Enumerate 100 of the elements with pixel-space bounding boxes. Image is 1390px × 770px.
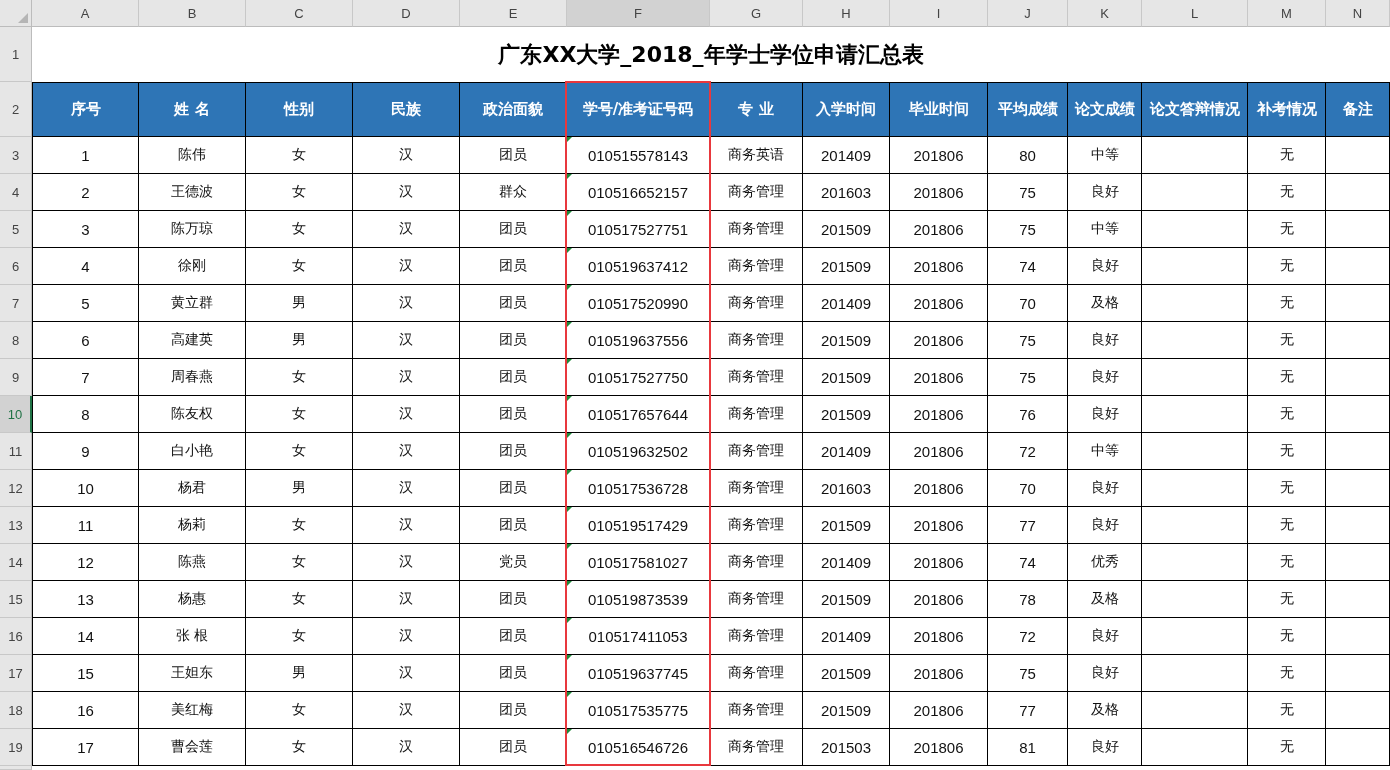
table-cell: 陈伟 [178, 146, 206, 164]
table-cell: 汉 [399, 701, 413, 719]
row-header[interactable]: 17 [0, 655, 32, 692]
error-indicator-icon[interactable] [567, 322, 572, 327]
error-indicator-icon[interactable] [567, 396, 572, 401]
row-header[interactable]: 9 [0, 359, 32, 396]
row-header[interactable]: 6 [0, 248, 32, 285]
table-cell: 汉 [399, 405, 413, 423]
table-cell: 201806 [913, 553, 964, 571]
column-header[interactable]: L [1142, 0, 1248, 27]
table-cell: 4 [81, 257, 90, 275]
column-header[interactable]: A [32, 0, 139, 27]
error-indicator-icon[interactable] [567, 618, 572, 623]
column-heading-cell: 序号 [32, 82, 139, 137]
table-cell: 201409 [820, 294, 872, 312]
table-cell: 女 [292, 516, 306, 534]
row-header[interactable]: 16 [0, 618, 32, 655]
row-header[interactable]: 10 [0, 396, 32, 433]
row-header[interactable]: 7 [0, 285, 32, 322]
table-cell: 女 [292, 553, 306, 571]
error-indicator-icon[interactable] [567, 470, 572, 475]
sheet-title: 广东XX大学_2018_年学士学位申请汇总表 [498, 40, 924, 69]
error-indicator-icon[interactable] [567, 692, 572, 697]
table-cell: 201806 [913, 146, 964, 164]
column-header[interactable]: D [353, 0, 460, 27]
error-indicator-icon[interactable] [567, 137, 572, 142]
table-cell: 汉 [399, 516, 413, 534]
table-cell: 80 [1019, 146, 1036, 164]
error-indicator-icon[interactable] [567, 248, 572, 253]
column-header[interactable]: N [1326, 0, 1390, 27]
table-cell: 201603 [820, 183, 872, 201]
table-cell: 70 [1019, 294, 1036, 312]
row-header[interactable]: 14 [0, 544, 32, 581]
column-header[interactable]: G [710, 0, 803, 27]
column-header[interactable]: C [246, 0, 353, 27]
table-cell: 王德波 [171, 183, 213, 201]
table-cell: 中等 [1090, 220, 1119, 238]
table-cell: 201806 [913, 183, 964, 201]
table-cell: 无 [1279, 553, 1294, 571]
row-header[interactable]: 18 [0, 692, 32, 729]
column-header[interactable]: B [139, 0, 246, 27]
table-cell: 商务管理 [728, 479, 784, 497]
table-cell: 010515578143 [587, 146, 689, 164]
error-indicator-icon[interactable] [567, 285, 572, 290]
table-cell: 良好 [1090, 664, 1119, 682]
row-header[interactable]: 13 [0, 507, 32, 544]
row-header[interactable]: 5 [0, 211, 32, 248]
table-cell: 201509 [820, 664, 872, 682]
column-header[interactable]: M [1248, 0, 1326, 27]
column-header[interactable]: E [460, 0, 567, 27]
table-cell: 良好 [1090, 405, 1119, 423]
column-heading-cell: 补考情况 [1248, 82, 1326, 137]
row-header[interactable]: 2 [0, 82, 32, 137]
row-header[interactable]: 11 [0, 433, 32, 470]
table-cell: 010517657644 [587, 405, 689, 423]
row-header[interactable]: 8 [0, 322, 32, 359]
error-indicator-icon[interactable] [567, 174, 572, 179]
table-cell: 无 [1279, 590, 1294, 608]
table-cell: 汉 [399, 479, 413, 497]
table-cell: 201806 [913, 442, 964, 460]
table-cell: 201806 [913, 257, 964, 275]
error-indicator-icon[interactable] [567, 729, 572, 734]
error-indicator-icon[interactable] [567, 211, 572, 216]
column-header[interactable]: J [988, 0, 1068, 27]
table-cell: 团员 [499, 516, 527, 534]
row-header[interactable]: 15 [0, 581, 32, 618]
table-cell: 无 [1279, 516, 1294, 534]
table-cell: 汉 [399, 183, 413, 201]
table-cell: 1 [81, 146, 90, 164]
row-header[interactable]: 3 [0, 137, 32, 174]
error-indicator-icon[interactable] [567, 359, 572, 364]
table-cell: 81 [1019, 738, 1036, 756]
error-indicator-icon[interactable] [567, 581, 572, 586]
row-header[interactable]: 4 [0, 174, 32, 211]
column-header[interactable]: H [803, 0, 890, 27]
table-cell: 201509 [820, 257, 872, 275]
table-cell: 无 [1279, 479, 1294, 497]
row-header[interactable]: 12 [0, 470, 32, 507]
table-cell: 良好 [1090, 368, 1119, 386]
table-cell: 白小艳 [171, 442, 213, 460]
table-cell: 杨君 [178, 479, 206, 497]
table-cell: 商务管理 [728, 368, 784, 386]
error-indicator-icon[interactable] [567, 433, 572, 438]
error-indicator-icon[interactable] [567, 655, 572, 660]
column-header[interactable]: K [1068, 0, 1142, 27]
error-indicator-icon[interactable] [567, 544, 572, 549]
table-cell: 及格 [1090, 590, 1119, 608]
row-header[interactable]: 1 [0, 27, 32, 82]
error-indicator-icon[interactable] [567, 507, 572, 512]
column-heading-cell: 姓 名 [139, 82, 246, 137]
table-cell: 团员 [499, 664, 527, 682]
column-header[interactable]: F [567, 0, 710, 27]
table-cell: 商务管理 [728, 553, 784, 571]
column-heading-cell: 性别 [246, 82, 353, 137]
table-cell: 团员 [499, 294, 527, 312]
table-cell: 201806 [913, 405, 964, 423]
table-cell: 无 [1279, 331, 1294, 349]
row-header[interactable]: 19 [0, 729, 32, 766]
column-header[interactable]: I [890, 0, 988, 27]
table-cell: 010516546726 [587, 738, 689, 756]
